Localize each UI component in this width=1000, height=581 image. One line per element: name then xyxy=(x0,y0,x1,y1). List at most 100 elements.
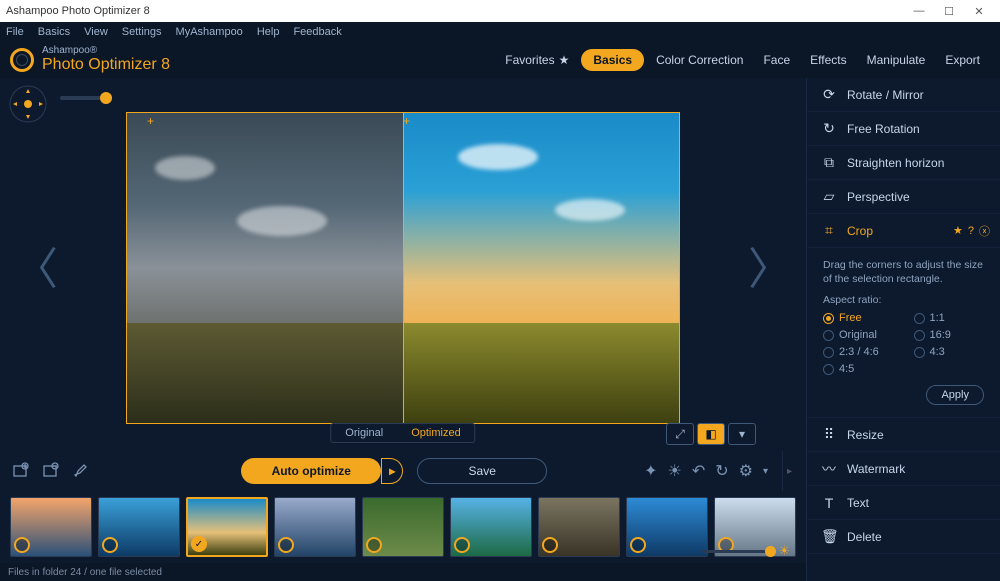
sidebar-item-crop[interactable]: ⌗ Crop ★?ⓧ xyxy=(807,214,1000,248)
auto-optimize-dropdown[interactable]: ▸ xyxy=(381,458,403,484)
sidebar-item-perspective[interactable]: ▱Perspective xyxy=(807,180,1000,214)
thumbnail[interactable] xyxy=(538,497,620,557)
thumbnail[interactable] xyxy=(450,497,532,557)
nav-export[interactable]: Export xyxy=(937,49,988,71)
aspect-ratio-option[interactable]: Original xyxy=(823,329,894,341)
close-icon[interactable]: ⓧ xyxy=(979,223,990,239)
gear-icon[interactable]: ⚙ xyxy=(739,461,753,481)
help-icon[interactable]: ? xyxy=(968,225,974,237)
aspect-ratio-option[interactable]: Free xyxy=(823,312,894,324)
menu-item[interactable]: Settings xyxy=(122,26,162,38)
status-bar: Files in folder 24 / one file selected xyxy=(0,563,806,581)
undo-icon[interactable]: ↶ xyxy=(692,461,705,481)
star-icon[interactable]: ★ xyxy=(953,224,963,237)
prev-image-button[interactable]: 〈 xyxy=(14,233,58,297)
view-toolbar: ⤢ ◧ ▾ xyxy=(666,423,756,445)
brightness-slider[interactable]: ☀ xyxy=(702,543,790,559)
select-ring[interactable] xyxy=(191,536,207,552)
compare-toggle[interactable]: Original Optimized xyxy=(330,423,475,443)
select-ring[interactable] xyxy=(366,537,382,553)
perspective-icon: ▱ xyxy=(821,188,837,205)
nav-manipulate[interactable]: Manipulate xyxy=(859,49,934,71)
zoom-slider[interactable] xyxy=(60,96,108,100)
free-rotation-icon: ↻ xyxy=(821,120,837,137)
fullscreen-button[interactable]: ⤢ xyxy=(666,423,694,445)
select-ring[interactable] xyxy=(630,537,646,553)
compare-optimized-label: Optimized xyxy=(397,424,475,442)
sidebar-item-rotate[interactable]: ⟳Rotate / Mirror xyxy=(807,78,1000,112)
compare-original-label: Original xyxy=(331,424,397,442)
thumbnail[interactable] xyxy=(98,497,180,557)
image-preview[interactable]: + + xyxy=(126,112,680,424)
thumbnail[interactable] xyxy=(626,497,708,557)
sidebar-item-text[interactable]: TText xyxy=(807,486,1000,520)
menu-item[interactable]: View xyxy=(84,26,108,38)
nav-favorites[interactable]: Favorites ★ xyxy=(497,49,577,71)
sidebar-item-delete[interactable]: 🗑Delete xyxy=(807,520,1000,554)
close-button[interactable]: ✕ xyxy=(964,5,994,18)
crop-handle[interactable]: + xyxy=(403,117,411,125)
thumbnail[interactable] xyxy=(10,497,92,557)
select-ring[interactable] xyxy=(102,537,118,553)
view-dropdown-button[interactable]: ▾ xyxy=(728,423,756,445)
maximize-button[interactable]: ☐ xyxy=(934,5,964,18)
nav-effects[interactable]: Effects xyxy=(802,49,854,71)
select-ring[interactable] xyxy=(278,537,294,553)
menu-item[interactable]: Basics xyxy=(38,26,70,38)
menu-item[interactable]: MyAshampoo xyxy=(176,26,243,38)
sidebar-item-free-rotation[interactable]: ↻Free Rotation xyxy=(807,112,1000,146)
aspect-ratio-option[interactable]: 4:5 xyxy=(823,363,894,375)
magic-wand-icon[interactable]: ✦ xyxy=(644,461,657,481)
thumbnail[interactable] xyxy=(186,497,268,557)
aspect-ratio-option[interactable]: 2:3 / 4:6 xyxy=(823,346,894,358)
thumbnail-strip: ☀ xyxy=(0,491,806,563)
apply-button[interactable]: Apply xyxy=(926,385,984,405)
window-titlebar: Ashampoo Photo Optimizer 8 — ☐ ✕ xyxy=(0,0,1000,22)
menu-item[interactable]: File xyxy=(6,26,24,38)
menu-bar: File Basics View Settings MyAshampoo Hel… xyxy=(0,22,1000,42)
star-icon: ★ xyxy=(559,53,570,67)
crop-icon: ⌗ xyxy=(821,222,837,239)
sidebar-item-resize[interactable]: ⠿Resize xyxy=(807,418,1000,452)
status-text: Files in folder 24 / one file selected xyxy=(8,567,162,578)
aspect-ratio-option[interactable]: 1:1 xyxy=(914,312,985,324)
brightness-icon[interactable]: ☀ xyxy=(667,461,681,481)
brush-icon[interactable] xyxy=(70,460,92,482)
menu-item[interactable]: Help xyxy=(257,26,280,38)
nav-color-correction[interactable]: Color Correction xyxy=(648,49,751,71)
preview-area: 〈 〉 + + Original Optimized xyxy=(0,78,806,451)
chevron-down-icon[interactable]: ▾ xyxy=(763,466,768,477)
sidebar-item-straighten[interactable]: ⧉Straighten horizon xyxy=(807,146,1000,180)
nav-face[interactable]: Face xyxy=(755,49,798,71)
save-button[interactable]: Save xyxy=(417,458,547,484)
tool-sidebar: ⟳Rotate / Mirror ↻Free Rotation ⧉Straigh… xyxy=(806,78,1000,581)
redo-icon[interactable]: ↻ xyxy=(715,461,728,481)
add-folder-icon[interactable] xyxy=(40,460,62,482)
thumbnail[interactable] xyxy=(362,497,444,557)
logo-icon xyxy=(10,48,34,72)
window-title: Ashampoo Photo Optimizer 8 xyxy=(6,5,150,17)
select-ring[interactable] xyxy=(14,537,30,553)
text-icon: T xyxy=(821,495,837,511)
select-ring[interactable] xyxy=(542,537,558,553)
aspect-ratio-option[interactable]: 4:3 xyxy=(914,346,985,358)
menu-item[interactable]: Feedback xyxy=(293,26,341,38)
split-view-button[interactable]: ◧ xyxy=(697,423,725,445)
aspect-ratio-option[interactable]: 16:9 xyxy=(914,329,985,341)
brand-product: Photo Optimizer 8 xyxy=(42,56,170,74)
collapse-sidebar-button[interactable]: ▸ xyxy=(782,451,796,491)
nav-basics[interactable]: Basics xyxy=(581,49,644,71)
crop-panel: Drag the corners to adjust the size of t… xyxy=(807,248,1000,418)
select-ring[interactable] xyxy=(454,537,470,553)
compare-divider[interactable] xyxy=(403,113,404,423)
pan-control[interactable] xyxy=(8,84,48,124)
add-image-icon[interactable] xyxy=(10,460,32,482)
horizon-icon: ⧉ xyxy=(821,154,837,171)
minimize-button[interactable]: — xyxy=(904,5,934,17)
thumbnail[interactable] xyxy=(274,497,356,557)
app-header: Ashampoo® Photo Optimizer 8 Favorites ★ … xyxy=(0,42,1000,78)
crop-handle[interactable]: + xyxy=(147,117,155,125)
auto-optimize-button[interactable]: Auto optimize ▸ xyxy=(241,458,381,484)
sidebar-item-watermark[interactable]: 〰Watermark xyxy=(807,452,1000,486)
next-image-button[interactable]: 〉 xyxy=(748,233,792,297)
